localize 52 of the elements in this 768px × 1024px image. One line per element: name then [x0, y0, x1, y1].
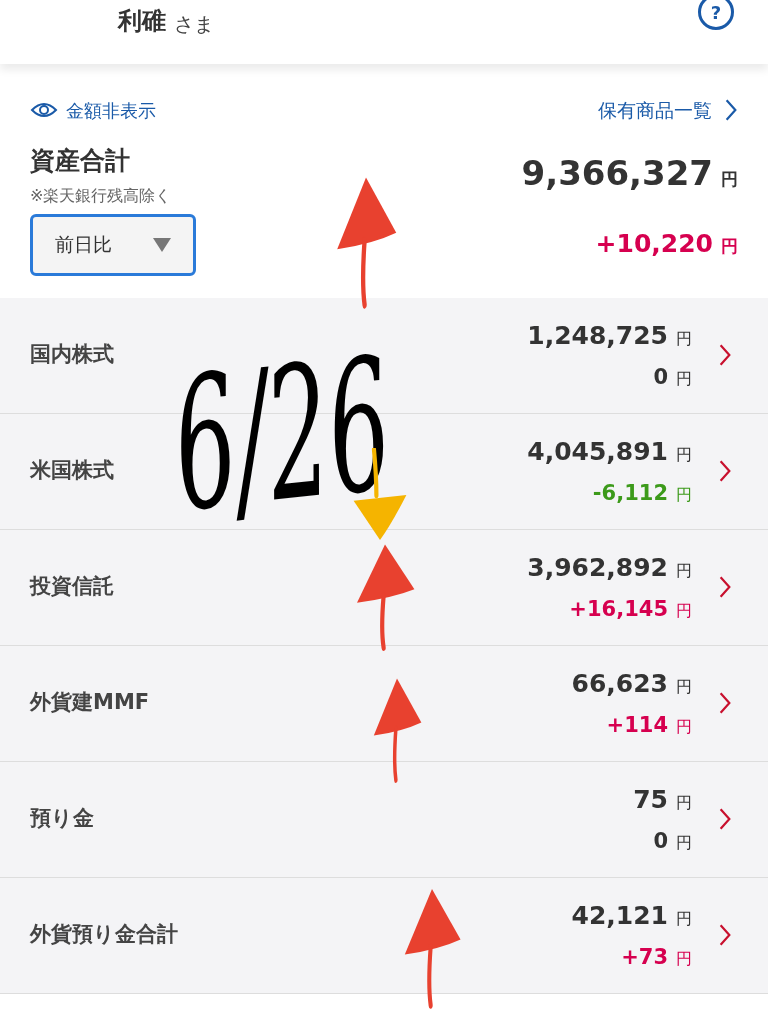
change-amount: +16,145	[569, 596, 668, 623]
hide-amounts-button[interactable]: 金額非表示	[30, 96, 156, 124]
yen-unit: 円	[676, 948, 692, 970]
yen-unit: 円	[676, 791, 692, 814]
yen-unit: 円	[676, 675, 692, 698]
note-text: ※楽天銀行残高除く	[30, 184, 173, 207]
asset-amount: 66,623	[571, 667, 668, 700]
compare-dropdown[interactable]: 前日比	[30, 213, 196, 276]
asset-category-label[interactable]: 米国株式	[30, 455, 114, 487]
dropdown-caret-icon	[153, 237, 171, 252]
change-amount: 0	[653, 364, 668, 391]
eye-icon	[30, 101, 58, 119]
asset-amount: 75	[633, 783, 668, 816]
asset-category-label[interactable]: 預り金	[30, 803, 94, 835]
chevron-right-icon	[718, 691, 732, 715]
yen-unit: 円	[676, 559, 692, 582]
asset-category-label[interactable]: 投資信託	[30, 571, 114, 603]
chevron-right-icon	[718, 807, 732, 831]
asset-category-label[interactable]: 外貨預り金合計	[30, 919, 178, 951]
yen-unit: 円	[721, 235, 738, 258]
asset-amount: 3,962,892	[527, 551, 668, 584]
yen-unit: 円	[676, 484, 692, 506]
chevron-right-icon	[718, 575, 732, 599]
summary-title: 資産合計	[30, 145, 131, 177]
yen-unit: 円	[676, 832, 692, 854]
yen-unit: 円	[676, 443, 692, 466]
chevron-right-icon	[718, 343, 732, 367]
chevron-right-icon	[724, 98, 738, 122]
chevron-right-icon	[718, 459, 732, 483]
asset-amount: 1,248,725	[527, 319, 668, 352]
help-button[interactable]: ?	[698, 0, 734, 30]
asset-category-label[interactable]: 外貨建MMF	[30, 687, 150, 719]
yen-unit: 円	[676, 600, 692, 622]
change-amount: 0	[653, 828, 668, 855]
chevron-right-icon	[718, 923, 732, 947]
user-name: 利碓	[118, 6, 166, 37]
asset-category-label[interactable]: 国内株式	[30, 339, 114, 371]
yen-unit: 円	[721, 168, 738, 191]
yen-unit: 円	[676, 907, 692, 930]
honorific-text: さま	[174, 11, 214, 38]
yen-unit: 円	[676, 327, 692, 350]
total-amount: 9,366,327	[521, 152, 713, 195]
change-amount: +10,220	[595, 228, 713, 260]
yen-unit: 円	[676, 368, 692, 390]
asset-amount: 4,045,891	[527, 435, 668, 468]
handwritten-date: 6/26	[165, 333, 400, 538]
asset-amount: 42,121	[571, 899, 668, 932]
change-amount: -6,112	[592, 480, 668, 507]
yen-unit: 円	[676, 716, 692, 738]
holdings-link[interactable]: 保有商品一覧	[598, 95, 738, 125]
change-amount: +114	[606, 712, 668, 739]
change-amount: +73	[621, 944, 668, 971]
